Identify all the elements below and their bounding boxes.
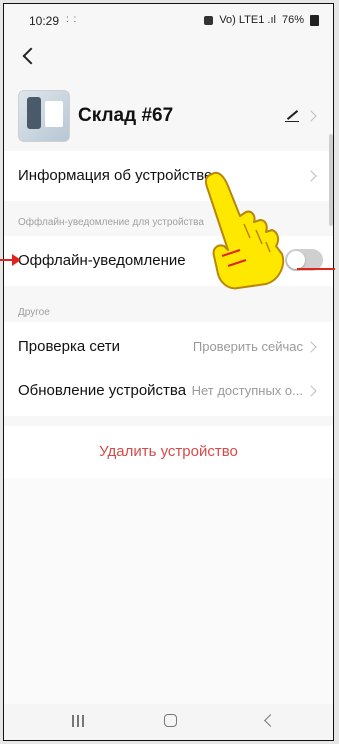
content-blank-area [4,478,333,706]
section-other-label: Другое [18,307,50,318]
device-update-row[interactable]: Обновление устройства Нет доступных о... [4,366,333,416]
toggle-knob [287,251,305,269]
battery-percent: 76% [281,14,304,26]
offline-notification-label: Оффлайн-уведомление [18,252,186,269]
status-time: 10:29 [29,14,60,28]
scrollbar[interactable] [329,134,333,226]
chevron-right-icon [305,110,317,122]
device-info-label: Информация об устройстве [18,167,213,184]
network-check-row[interactable]: Проверка сети Проверить сейчас [4,322,333,372]
edit-icon[interactable] [285,108,299,122]
system-nav-bar [4,704,333,740]
device-update-value: Нет доступных о... [191,383,303,398]
app-screen: 10:29 : : Vo) LTE1 .ıl 76% Склад #67 Инф… [3,3,334,741]
chevron-right-icon [305,385,317,397]
delete-device-label: Удалить устройство [99,443,238,460]
device-update-label: Обновление устройства [18,382,187,399]
battery-icon [310,14,319,26]
recent-apps-icon[interactable] [72,715,84,727]
document-graphic [45,101,63,127]
notification-dots: : : [66,14,78,25]
delete-device-button[interactable]: Удалить устройство [4,426,333,478]
device-name: Склад #67 [78,105,174,126]
device-thumbnail [18,90,70,142]
nav-back-icon[interactable] [264,714,277,727]
status-icons: Vo) LTE1 .ıl 76% [204,14,319,26]
section-offline-label: Оффлайн-уведомление для устройства [18,217,204,228]
back-button[interactable] [19,44,47,70]
annotation-marker [297,268,335,270]
status-bar: 10:29 : : Vo) LTE1 .ıl 76% [4,4,333,34]
device-header[interactable]: Склад #67 [4,88,333,144]
lock-icon [204,15,214,25]
network-indicator: Vo) LTE1 .ıl [219,14,276,26]
network-check-label: Проверка сети [18,338,120,355]
phone-graphic [27,97,41,129]
chevron-right-icon [305,170,317,182]
chevron-right-icon [305,341,317,353]
pointer-hand-icon [204,171,285,290]
annotation-arrow [0,254,22,266]
network-check-value: Проверить сейчас [192,339,303,354]
home-icon[interactable] [164,714,177,727]
